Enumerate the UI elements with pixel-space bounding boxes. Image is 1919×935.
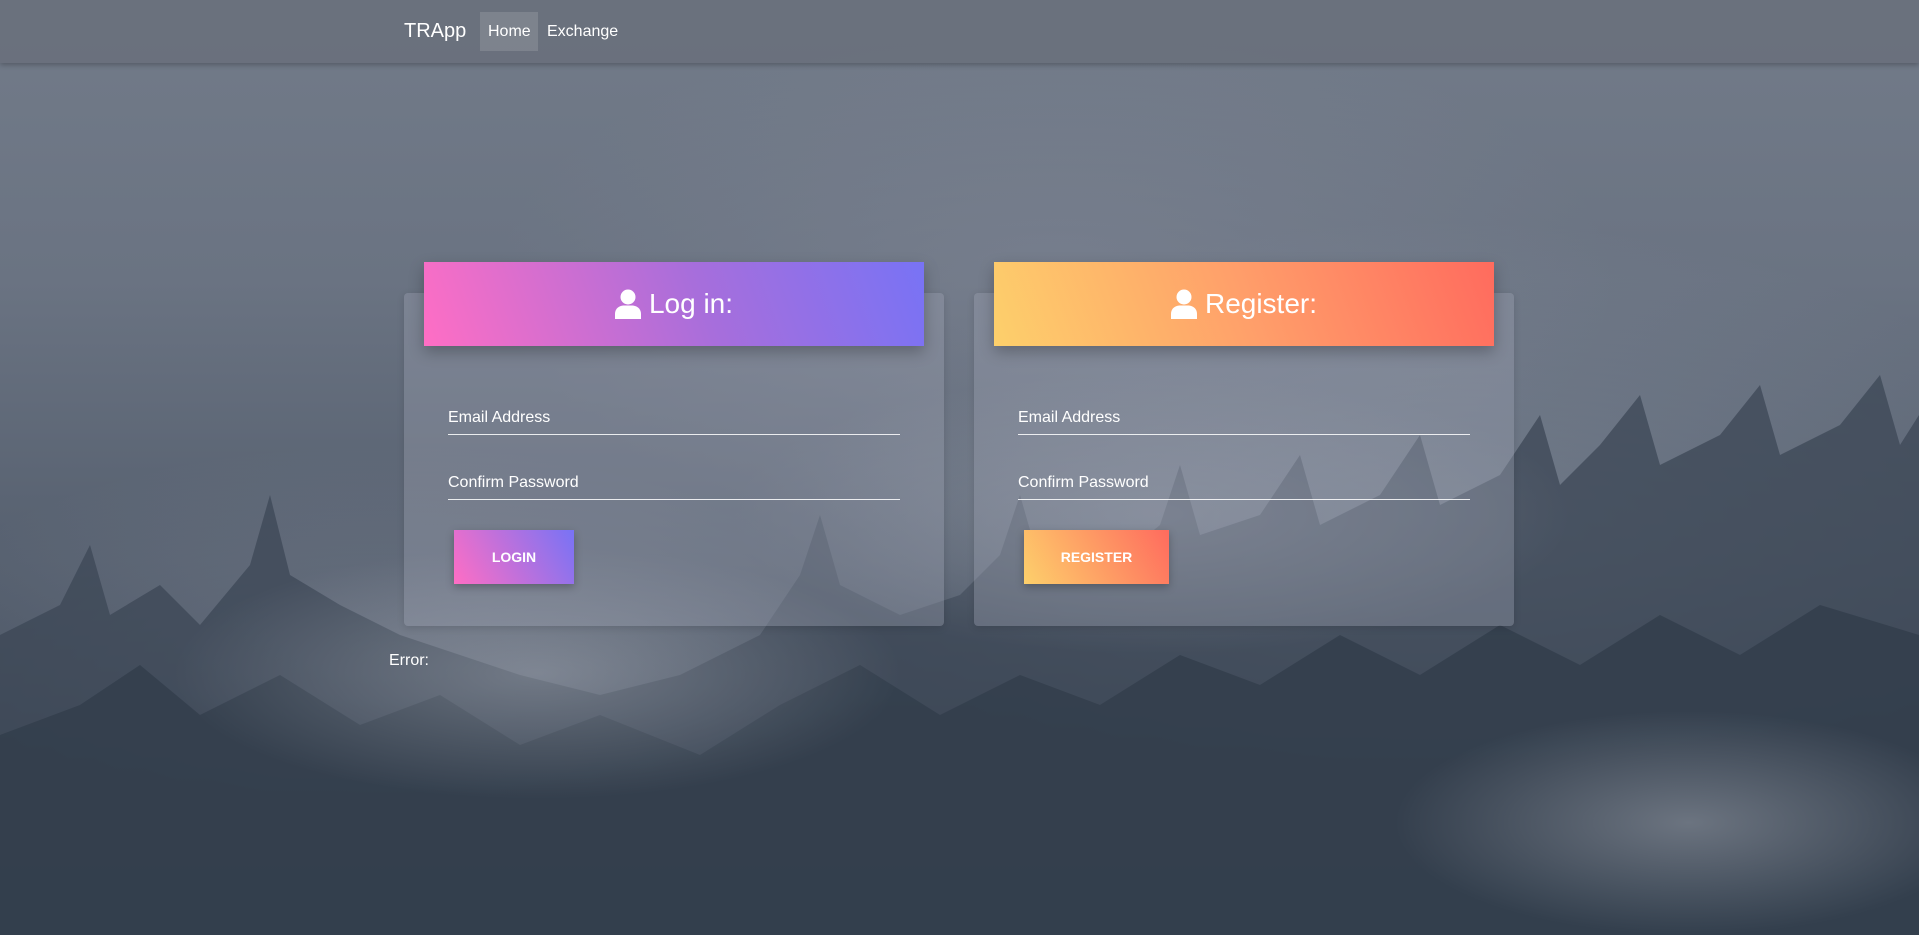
login-card-header: Log in: bbox=[424, 262, 924, 346]
nav-home[interactable]: Home bbox=[480, 12, 538, 51]
login-email-field bbox=[448, 404, 900, 435]
login-email-input[interactable] bbox=[448, 404, 900, 432]
error-message: Error: bbox=[389, 652, 429, 669]
user-icon bbox=[614, 289, 641, 319]
nav-exchange[interactable]: Exchange bbox=[539, 12, 626, 51]
register-title: Register: bbox=[1204, 288, 1318, 319]
user-icon bbox=[1170, 289, 1197, 319]
forest-silhouette bbox=[0, 375, 1919, 935]
register-email-field bbox=[1018, 404, 1470, 435]
login-button[interactable]: LOGIN bbox=[454, 530, 574, 584]
register-email-input[interactable] bbox=[1018, 404, 1470, 432]
register-password-input[interactable] bbox=[1018, 469, 1470, 497]
register-password-field bbox=[1018, 469, 1470, 500]
login-password-input[interactable] bbox=[448, 469, 900, 497]
brand-logo[interactable]: TRApp bbox=[404, 20, 466, 43]
login-password-field bbox=[448, 469, 900, 500]
login-title: Log in: bbox=[648, 288, 734, 319]
top-navbar: TRApp Home Exchange bbox=[0, 0, 1919, 63]
register-button[interactable]: REGISTER bbox=[1024, 530, 1169, 584]
background-image bbox=[0, 0, 1919, 935]
register-card-header: Register: bbox=[994, 262, 1494, 346]
